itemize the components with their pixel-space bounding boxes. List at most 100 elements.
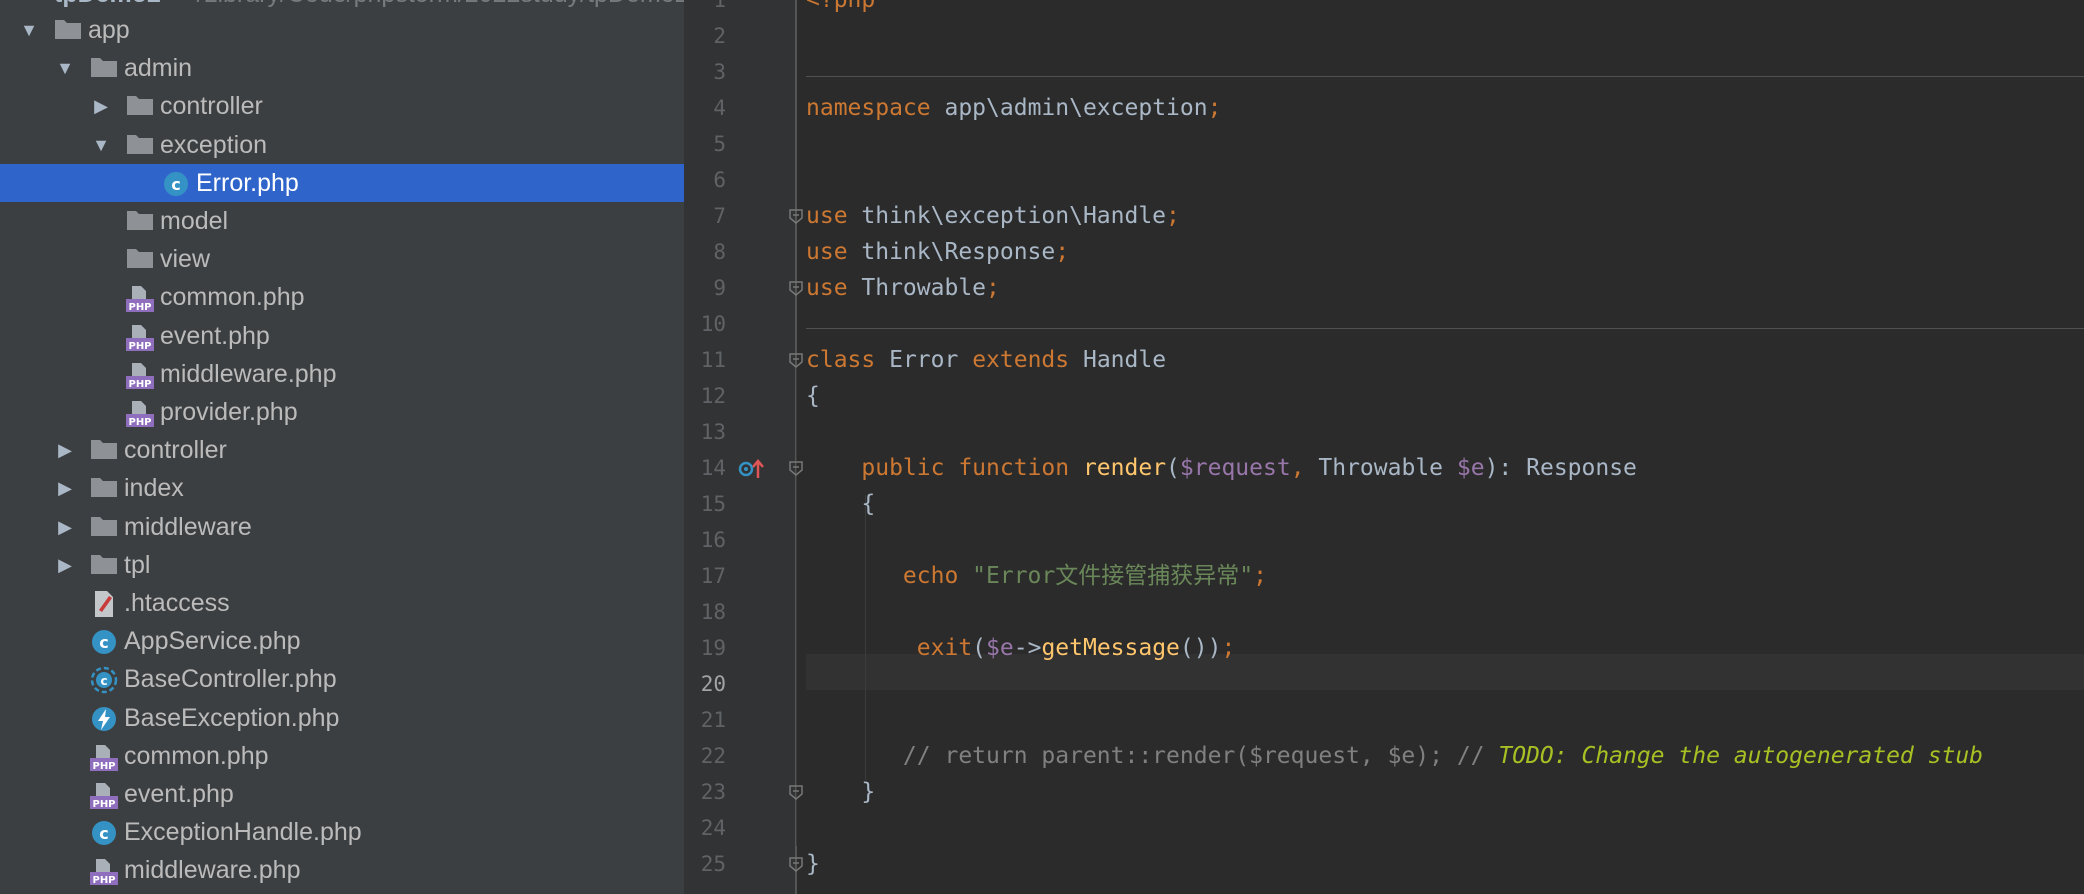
tree-item-label: tpl [124, 550, 151, 579]
collapse-arrow-icon[interactable]: ▶ [52, 431, 78, 469]
code-token: ; [1166, 203, 1180, 229]
code-line[interactable]: exit($e->getMessage()); [806, 630, 1236, 666]
code-line[interactable]: { [806, 486, 875, 522]
fold-marker-icon[interactable] [788, 856, 804, 872]
code-area[interactable]: <?php namespace app\admin\exception; use t… [806, 0, 2084, 894]
expand-arrow-icon[interactable]: ▼ [52, 49, 78, 87]
line-number[interactable]: 12 [684, 378, 726, 414]
code-line[interactable]: echo "Error文件接管捕获异常"; [806, 558, 1267, 594]
tree-file-middleware-php[interactable]: PHP middleware.php [0, 355, 684, 393]
line-number[interactable]: 6 [684, 162, 726, 198]
tree-file-event-php[interactable]: PHP event.php [0, 317, 684, 355]
code-line[interactable]: } [806, 774, 875, 810]
code-line[interactable]: use Throwable; [806, 270, 1000, 306]
line-number[interactable]: 11 [684, 342, 726, 378]
line-number[interactable]: 7 [684, 198, 726, 234]
expand-arrow-icon[interactable]: ▼ [88, 126, 114, 164]
php-file-icon: PHP [126, 285, 154, 313]
tree-file-basecontroller-php[interactable]: c BaseController.php [0, 660, 684, 698]
collapse-arrow-icon[interactable]: ▶ [52, 546, 78, 584]
tree-item-label: model [160, 207, 229, 235]
code-line[interactable]: namespace app\admin\exception; [806, 90, 1221, 126]
collapse-arrow-icon[interactable]: ▶ [52, 469, 78, 507]
code-line[interactable]: <?php [806, 0, 875, 18]
line-number[interactable]: 18 [684, 594, 726, 630]
code-token: ; [1207, 95, 1222, 121]
line-number[interactable]: 8 [684, 234, 726, 270]
fold-marker-icon[interactable] [788, 460, 804, 476]
line-number[interactable]: 2 [684, 18, 726, 54]
code-line[interactable]: // return parent::render($request, $e); … [806, 738, 1983, 774]
fold-marker-icon[interactable] [788, 352, 804, 368]
expand-arrow-icon[interactable]: ▼ [16, 11, 42, 49]
tree-file-appservice-php[interactable]: c AppService.php [0, 622, 684, 660]
line-number[interactable]: 13 [684, 414, 726, 450]
override-method-icon[interactable] [738, 458, 768, 480]
line-number[interactable]: 4 [684, 90, 726, 126]
editor-gutter[interactable]: 1 2 3 4 5 6 7 8 9 10 11 12 13 14 15 16 17 18 19 20 21 22 23 24 2… [684, 0, 796, 894]
tree-folder-model[interactable]: model [0, 202, 684, 240]
svg-text:c: c [99, 824, 108, 843]
tree-item-label: ExceptionHandle.php [124, 818, 362, 847]
tree-file-middleware-php[interactable]: PHP middleware.php [0, 851, 684, 889]
line-number[interactable]: 25 [684, 846, 726, 882]
line-number[interactable]: 15 [684, 486, 726, 522]
line-number[interactable]: 22 [684, 738, 726, 774]
code-token: render [1082, 455, 1167, 481]
collapse-arrow-icon[interactable]: ▶ [52, 508, 78, 546]
tree-file-htaccess[interactable]: .htaccess [0, 584, 684, 622]
tree-file-provider-php[interactable]: PHP provider.php [0, 393, 684, 431]
svg-text:c: c [99, 633, 108, 652]
tree-folder-admin[interactable]: ▼ admin [0, 49, 684, 87]
tree-item-label: common.php [124, 741, 269, 770]
tree-folder-controller[interactable]: ▶ controller [0, 87, 684, 125]
code-token: Throwable [1318, 455, 1457, 481]
tree-file-common-php[interactable]: PHP common.php [0, 278, 684, 316]
line-number[interactable]: 3 [684, 54, 726, 90]
code-line[interactable]: { [806, 378, 820, 414]
tree-file-baseexception-php[interactable]: BaseException.php [0, 699, 684, 737]
code-line[interactable]: } [806, 846, 820, 882]
line-number[interactable]: 19 [684, 630, 726, 666]
code-editor[interactable]: 1 2 3 4 5 6 7 8 9 10 11 12 13 14 15 16 17 18 19 20 21 22 23 24 2… [684, 0, 2084, 894]
line-number[interactable]: 23 [684, 774, 726, 810]
code-line[interactable]: use think\exception\Handle; [806, 198, 1180, 234]
tree-file-event-php[interactable]: PHP event.php [0, 775, 684, 813]
fold-marker-icon[interactable] [788, 280, 804, 296]
code-token: "Error文件接管捕获异常" [972, 563, 1254, 589]
tree-file-exceptionhandle-php[interactable]: c ExceptionHandle.php [0, 813, 684, 851]
code-line[interactable]: use think\Response; [806, 234, 1069, 270]
line-number[interactable]: 17 [684, 558, 726, 594]
code-token: use [806, 239, 862, 265]
tree-item-label: common.php [160, 283, 305, 312]
fold-marker-icon[interactable] [788, 208, 804, 224]
line-number[interactable]: 21 [684, 702, 726, 738]
line-number[interactable]: 24 [684, 810, 726, 846]
tree-folder-view[interactable]: view [0, 240, 684, 278]
line-number[interactable]: 10 [684, 306, 726, 342]
project-root-row[interactable]: tpDemo2 ~/Library/Code/phpstorm/2022stud… [0, 0, 684, 8]
line-number[interactable]: 14 [684, 450, 726, 486]
collapse-arrow-icon[interactable]: ▶ [88, 87, 114, 125]
line-number[interactable]: 1 [684, 0, 726, 18]
line-number[interactable]: 20 [684, 666, 726, 702]
tree-folder-index[interactable]: ▶ index [0, 469, 684, 507]
tree-folder-tpl[interactable]: ▶ tpl [0, 546, 684, 584]
tree-item-label: controller [160, 92, 263, 121]
line-number[interactable]: 9 [684, 270, 726, 306]
code-line[interactable]: class Error extends Handle [806, 342, 1166, 378]
code-token: Handle [1082, 347, 1167, 373]
tree-folder-controller[interactable]: ▶ controller [0, 431, 684, 469]
code-line[interactable]: public function render($request, Throwab… [806, 450, 1637, 486]
tree-folder-middleware[interactable]: ▶ middleware [0, 508, 684, 546]
tree-folder-exception[interactable]: ▼ exception [0, 126, 684, 164]
tree-file-common-php[interactable]: PHP common.php [0, 737, 684, 775]
php-file-icon: PHP [90, 858, 118, 886]
php-class-icon: c [162, 170, 190, 196]
fold-marker-icon[interactable] [788, 784, 804, 800]
tree-item-label: provider.php [160, 398, 298, 426]
line-number[interactable]: 16 [684, 522, 726, 558]
tree-file-error-php[interactable]: c Error.php [0, 163, 684, 202]
tree-folder-app[interactable]: ▼ app [0, 11, 684, 49]
line-number[interactable]: 5 [684, 126, 726, 162]
